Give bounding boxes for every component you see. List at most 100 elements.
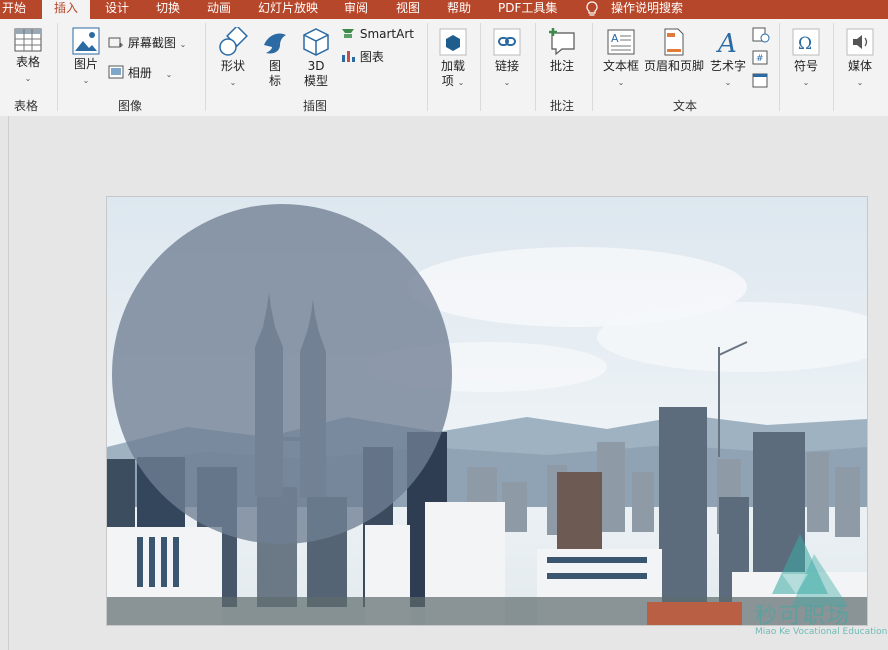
chart-label: 图表 (359, 50, 384, 64)
group-divider (427, 23, 428, 111)
smartart-label: SmartArt (359, 27, 414, 41)
group-divider (57, 23, 58, 111)
svg-text:Ω: Ω (798, 34, 812, 54)
date-time-icon[interactable] (752, 27, 770, 43)
screenshot-label: 屏幕截图 (127, 36, 176, 50)
chevron-down-icon: ⌄ (856, 78, 864, 87)
picture-icon (72, 27, 100, 55)
tab-home[interactable]: 开始 (2, 0, 26, 19)
svg-text:#: # (756, 54, 764, 64)
chevron-down-icon: ⌄ (724, 78, 732, 87)
screenshot-button[interactable]: 屏幕截图 ⌄ (108, 35, 186, 53)
group-divider (535, 23, 536, 111)
tab-review[interactable]: 审阅 (344, 0, 368, 19)
chevron-down-icon: ⌄ (24, 74, 32, 83)
group-divider (779, 23, 780, 111)
tell-me-search[interactable]: 操作说明搜索 (611, 0, 683, 19)
table-button-label: 表格 (15, 55, 40, 69)
chevron-down-icon: ⌄ (802, 78, 810, 87)
picture-button-label: 图片 (73, 57, 98, 71)
tab-animations[interactable]: 动画 (207, 0, 231, 19)
tab-help[interactable]: 帮助 (447, 0, 471, 19)
3d-label-line1: 3D (307, 59, 325, 73)
chevron-down-icon: ⌄ (229, 78, 237, 87)
link-button[interactable]: 链接 ⌄ (490, 27, 524, 90)
media-button[interactable]: 媒体 ⌄ (843, 27, 877, 90)
comment-icon (549, 28, 575, 56)
tab-pdf-tools[interactable]: PDF工具集 (498, 0, 557, 19)
chevron-down-icon: ⌄ (457, 78, 465, 87)
shapes-button[interactable]: 形状 ⌄ (215, 27, 251, 90)
addins-icon (439, 28, 467, 56)
wordart-button[interactable]: A 艺术字 ⌄ (709, 27, 747, 90)
chevron-down-icon: ⌄ (617, 78, 625, 87)
icons-label-line2: 标 (268, 74, 281, 88)
svg-text:A: A (716, 29, 737, 57)
icons-label-line1: 图 (268, 59, 281, 73)
tab-transitions[interactable]: 切换 (156, 0, 180, 19)
symbol-button[interactable]: Ω 符号 ⌄ (789, 27, 823, 90)
header-footer-label: 页眉和页脚 (643, 59, 704, 73)
speaker-icon (846, 28, 874, 56)
link-icon (493, 28, 521, 56)
media-label: 媒体 (847, 59, 872, 73)
chart-icon (342, 51, 355, 62)
group-label-text: 文本 (673, 99, 698, 113)
shapes-icon (219, 27, 248, 56)
group-label-table: 表格 (14, 99, 39, 113)
wordart-icon: A (716, 29, 737, 57)
group-divider (592, 23, 593, 111)
comment-button[interactable]: 批注 (545, 27, 579, 74)
textbox-icon: A (607, 29, 635, 55)
header-footer-button[interactable]: 页眉和页脚 (643, 27, 705, 74)
screenshot-icon (108, 37, 123, 48)
object-icon[interactable] (752, 73, 770, 89)
chevron-down-icon: ⌄ (82, 76, 90, 85)
ribbon-insert: 表格 ⌄ 表格 图片 ⌄ 屏幕截图 ⌄ 相册 ⌄ 图像 形状 ⌄ 图 标 3D … (0, 19, 888, 117)
svg-text:A: A (611, 32, 619, 45)
group-label-illustrations: 插图 (303, 99, 328, 113)
watermark-subtext: Miao Ke Vocational Education (755, 627, 888, 637)
omega-icon: Ω (792, 28, 820, 56)
group-label-comments: 批注 (550, 99, 575, 113)
chart-button[interactable]: 图表 (340, 49, 384, 65)
3d-label-line2: 模型 (303, 74, 328, 88)
table-icon (14, 28, 42, 52)
circle-shape[interactable] (112, 204, 452, 544)
watermark-text: 秒可职场 (755, 604, 852, 629)
table-button[interactable]: 表格 ⌄ (10, 27, 46, 86)
wordart-label: 艺术字 (709, 59, 746, 73)
tab-view[interactable]: 视图 (396, 0, 420, 19)
tab-design[interactable]: 设计 (105, 0, 129, 19)
group-label-images: 图像 (118, 99, 143, 113)
bird-icon (264, 33, 286, 54)
3d-models-button[interactable]: 3D 模型 (300, 27, 332, 89)
lightbulb-icon (586, 1, 598, 16)
slide-number-icon[interactable]: # (752, 50, 770, 66)
header-footer-icon (664, 28, 684, 56)
group-divider (205, 23, 206, 111)
smartart-icon (342, 29, 354, 38)
cube-icon (303, 28, 329, 56)
smartart-button[interactable]: SmartArt (340, 26, 414, 42)
shapes-label: 形状 (220, 59, 245, 73)
icons-button[interactable]: 图 标 (259, 27, 291, 89)
group-divider (480, 23, 481, 111)
tab-slideshow[interactable]: 幻灯片放映 (258, 0, 318, 19)
textbox-button[interactable]: A 文本框 ⌄ (601, 27, 641, 90)
textbox-label: 文本框 (602, 59, 639, 73)
addins-label-line2: 项 (441, 74, 454, 88)
tab-insert[interactable]: 插入 (42, 0, 91, 19)
photo-album-label: 相册 (127, 66, 152, 80)
group-divider (833, 23, 834, 111)
link-label: 链接 (494, 59, 519, 73)
photo-album-button[interactable]: 相册 ⌄ (108, 65, 172, 83)
addins-button[interactable]: 加载 项 ⌄ (437, 27, 469, 90)
chevron-down-icon: ⌄ (165, 70, 173, 79)
comment-label: 批注 (549, 59, 574, 73)
thumbnail-pane-edge[interactable] (8, 116, 9, 650)
symbol-label: 符号 (793, 59, 818, 73)
chevron-down-icon: ⌄ (503, 78, 511, 87)
photo-album-icon (108, 65, 124, 79)
picture-button[interactable]: 图片 ⌄ (68, 27, 104, 88)
